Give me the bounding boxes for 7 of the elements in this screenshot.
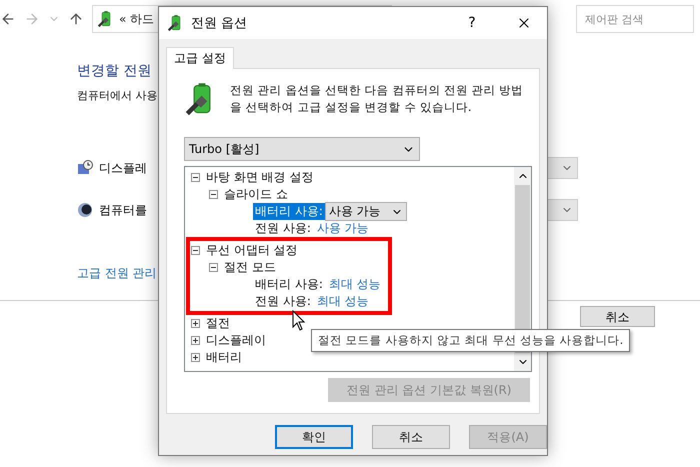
- window-title: 전원 옵션: [191, 15, 248, 32]
- tooltip: 절전 모드를 사용하지 않고 최대 무선 성능을 사용합니다.: [311, 329, 630, 352]
- setting-label: 컴퓨터를: [99, 202, 147, 218]
- description-text: 전원 관리 옵션을 선택한 다음 컴퓨터의 전원 관리 방법을 선택하여 고급 설정을 변경할 수 있습니다.: [230, 82, 524, 116]
- page-heading: 변경할 전원: [77, 62, 152, 80]
- setting-label: 디스플레: [99, 160, 147, 176]
- page-subtitle: 컴퓨터에서 사용: [77, 88, 158, 103]
